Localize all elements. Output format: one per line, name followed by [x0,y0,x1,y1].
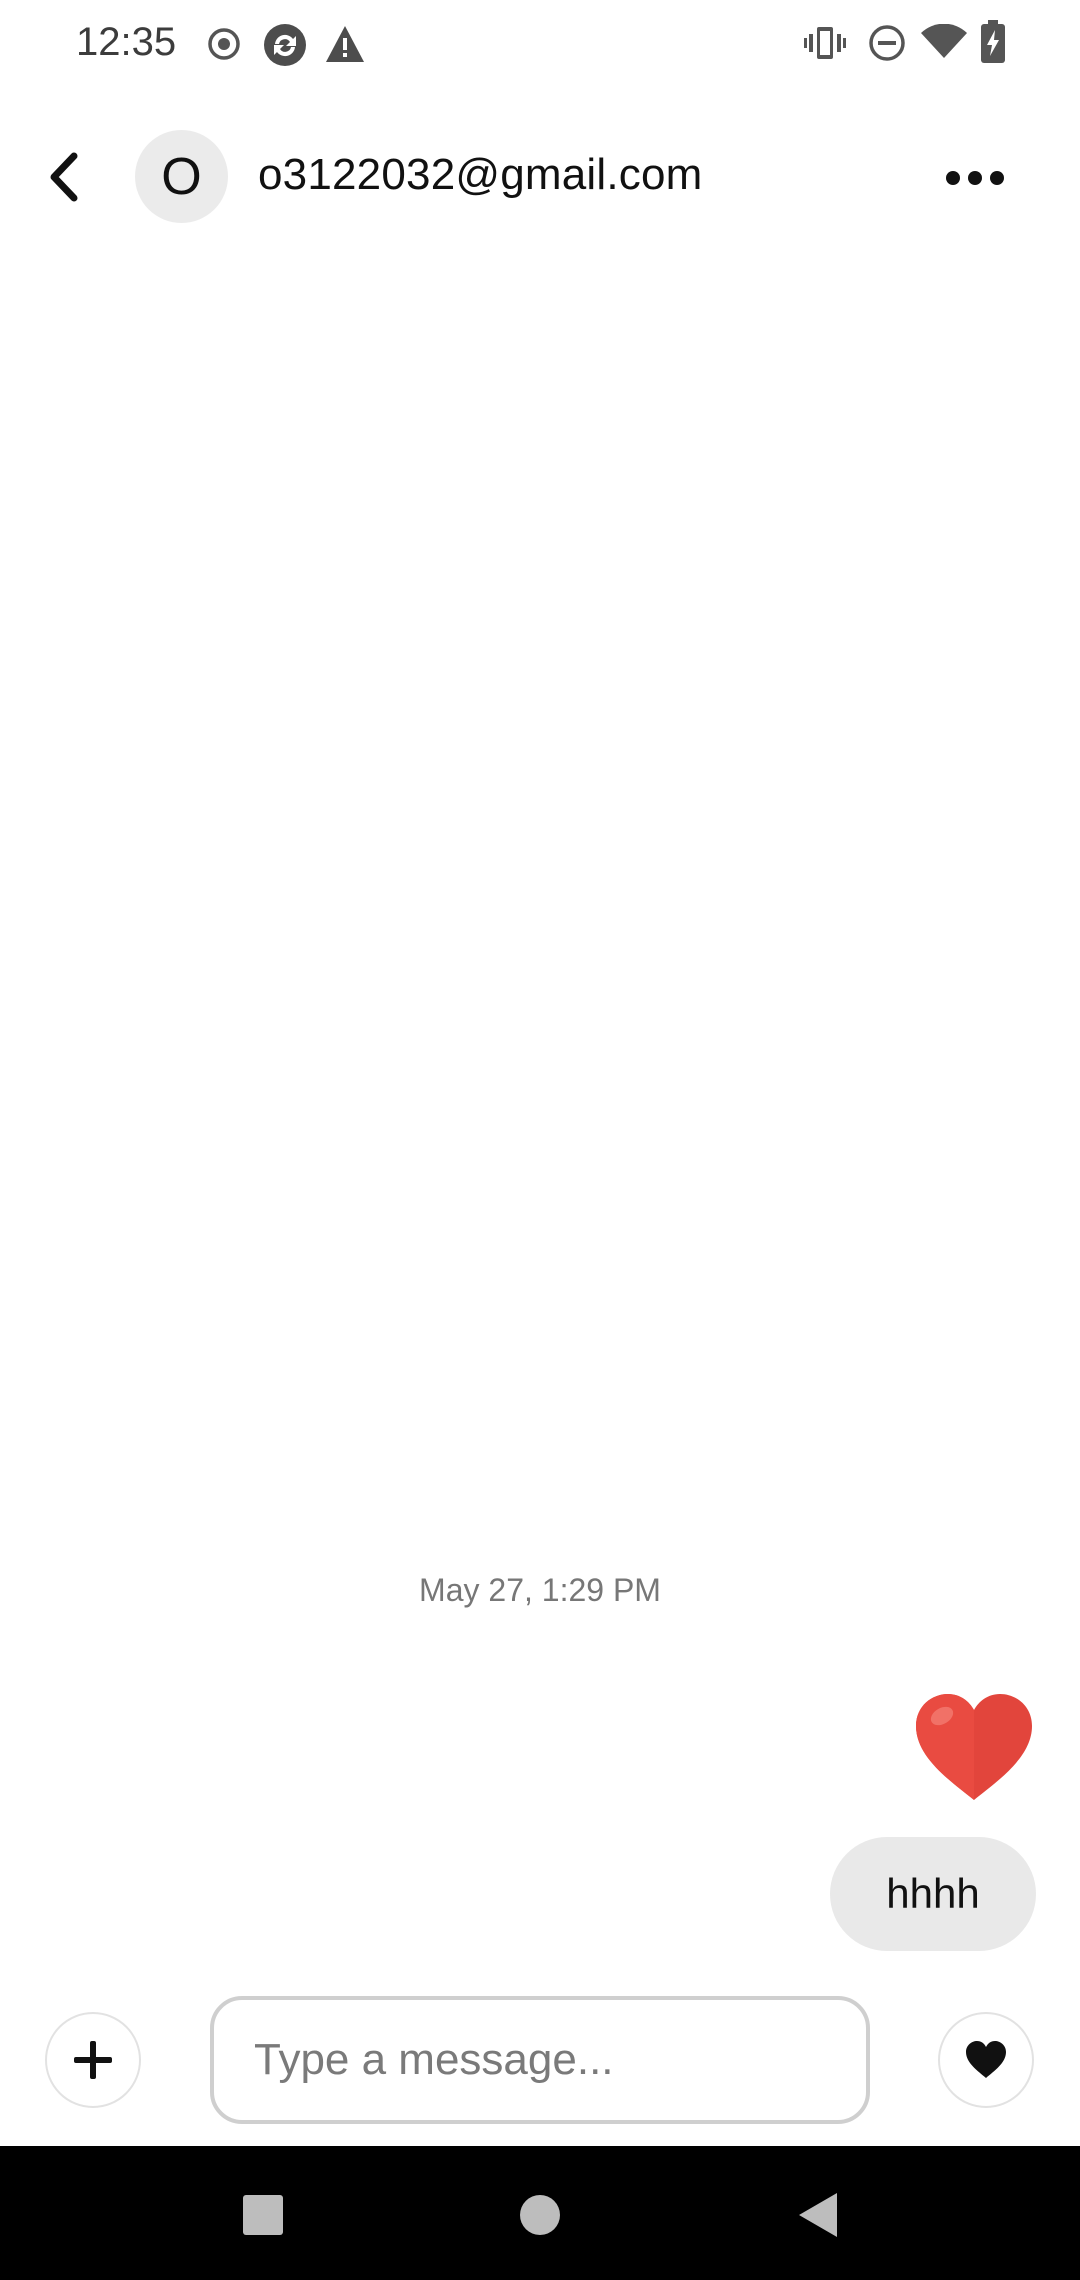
do-not-disturb-icon [868,24,906,67]
chat-header: O o3122032@gmail.com [0,118,1080,238]
recents-button[interactable] [228,2180,298,2250]
message-input[interactable] [210,1996,870,2124]
like-button[interactable] [938,2012,1034,2108]
wifi-icon [920,23,968,65]
vibrate-icon [804,24,846,67]
contact-name[interactable]: o3122032@gmail.com [258,150,703,200]
status-bar: 12:35 [0,0,1080,90]
chevron-left-icon [50,152,78,202]
add-attachment-button[interactable] [45,2012,141,2108]
sync-icon [262,22,308,73]
avatar[interactable]: O [135,130,228,223]
system-nav-bar [0,2146,1080,2280]
message-composer [0,1990,1080,2130]
recents-icon [243,2195,283,2235]
more-options-button[interactable] [940,148,1010,208]
status-time: 12:35 [76,20,177,64]
warning-icon [324,24,366,69]
more-horizontal-icon [946,171,1004,185]
chat-screen: 12:35 O o3122032@gmail.com May 27, 1:29 … [0,0,1080,2280]
message-bubble[interactable]: hhhh [830,1837,1036,1951]
plus-icon [74,2041,112,2079]
home-icon [520,2195,560,2235]
record-icon [206,26,242,67]
red-heart-emoji[interactable] [912,1692,1036,1806]
message-timestamp: May 27, 1:29 PM [419,1572,661,1608]
back-icon [799,2193,837,2237]
back-nav-button[interactable] [782,2180,852,2250]
battery-charging-icon [980,20,1006,69]
heart-icon [966,2041,1006,2078]
back-button[interactable] [34,142,94,212]
home-button[interactable] [505,2180,575,2250]
